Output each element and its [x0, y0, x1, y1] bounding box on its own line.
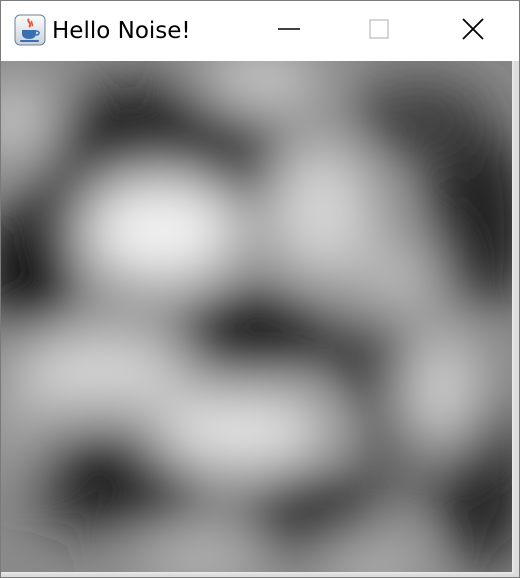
noise-canvas-container	[1, 61, 519, 577]
minimize-button[interactable]	[244, 1, 334, 61]
title-bar[interactable]: Hello Noise!	[1, 1, 519, 61]
minimize-icon	[277, 17, 301, 46]
window-title: Hello Noise!	[52, 18, 191, 44]
noise-canvas-frame	[1, 61, 514, 574]
app-window: Hello Noise!	[0, 0, 520, 578]
maximize-button[interactable]	[334, 1, 424, 61]
java-coffee-cup-icon[interactable]	[14, 14, 46, 46]
maximize-icon	[368, 18, 390, 45]
noise-canvas	[1, 61, 512, 572]
close-button[interactable]	[428, 1, 518, 61]
close-icon	[461, 17, 485, 46]
